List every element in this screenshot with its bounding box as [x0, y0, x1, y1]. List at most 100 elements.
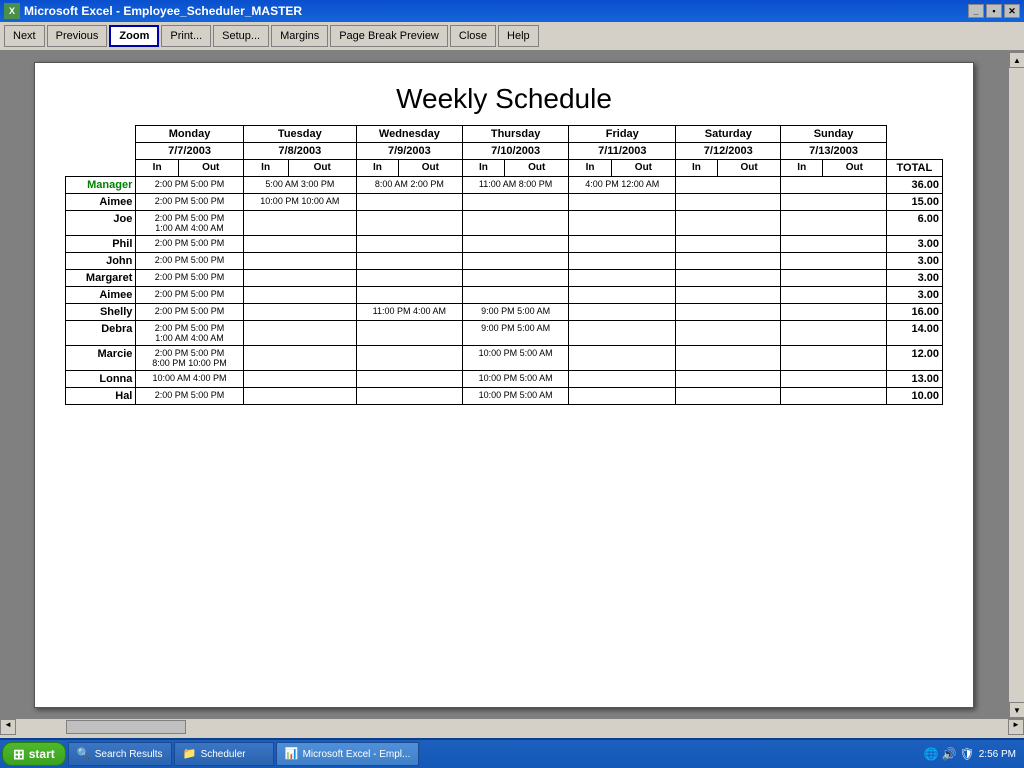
schedule-cell-tue [243, 388, 356, 405]
schedule-cell-fri [569, 194, 676, 211]
schedule-cell-mon: 2:00 PM 5:00 PM [136, 253, 243, 270]
wed-in: In [356, 160, 398, 177]
page-break-preview-button[interactable]: Page Break Preview [330, 25, 448, 47]
close-button[interactable]: ✕ [1004, 4, 1020, 18]
folder-icon: 📁 [183, 747, 197, 761]
main-area: Weekly Schedule Monday Tuesday Wednesday… [0, 52, 1024, 718]
schedule-cell-sun [781, 388, 886, 405]
employee-name: Phil [66, 236, 136, 253]
start-label: start [29, 747, 55, 761]
scroll-down-button[interactable]: ▼ [1009, 702, 1024, 718]
schedule-cell-tue [243, 321, 356, 346]
page-area[interactable]: Weekly Schedule Monday Tuesday Wednesday… [0, 52, 1008, 718]
previous-button[interactable]: Previous [47, 25, 108, 47]
network-icon: 🌐 [924, 747, 939, 761]
schedule-cell-sun [781, 177, 886, 194]
schedule-table: Monday Tuesday Wednesday Thursday Friday… [65, 125, 943, 405]
schedule-cell-fri [569, 388, 676, 405]
schedule-cell-fri [569, 304, 676, 321]
total-cell: 15.00 [886, 194, 942, 211]
schedule-cell-sat [676, 236, 781, 253]
schedule-cell-mon: 2:00 PM 5:00 PM [136, 236, 243, 253]
table-row: Aimee2:00 PM 5:00 PM3.00 [66, 287, 943, 304]
schedule-cell-sat [676, 194, 781, 211]
table-row: Margaret2:00 PM 5:00 PM3.00 [66, 270, 943, 287]
employee-name: Aimee [66, 194, 136, 211]
total-cell: 3.00 [886, 236, 942, 253]
zoom-button[interactable]: Zoom [109, 25, 159, 47]
schedule-cell-sat [676, 253, 781, 270]
scheduler-label: Scheduler [201, 749, 246, 760]
total-spacer [886, 126, 942, 143]
minimize-button[interactable]: _ [968, 4, 984, 18]
total-cell: 13.00 [886, 371, 942, 388]
restore-button[interactable]: ▪ [986, 4, 1002, 18]
schedule-cell-tue [243, 346, 356, 371]
schedule-cell-fri [569, 270, 676, 287]
schedule-cell-fri [569, 321, 676, 346]
schedule-cell-mon: 2:00 PM 5:00 PM [136, 270, 243, 287]
friday-header: Friday [569, 126, 676, 143]
schedule-cell-sun [781, 304, 886, 321]
schedule-cell-sat [676, 177, 781, 194]
employee-name: Shelly [66, 304, 136, 321]
help-button[interactable]: Help [498, 25, 539, 47]
thursday-date: 7/10/2003 [462, 143, 569, 160]
wed-out: Out [398, 160, 462, 177]
total-cell: 3.00 [886, 270, 942, 287]
schedule-cell-wed [356, 194, 462, 211]
start-button[interactable]: ⊞ start [2, 742, 66, 766]
taskbar-search-results[interactable]: 🔍 Search Results [68, 742, 172, 766]
security-icon: 🛡 [960, 747, 975, 761]
schedule-cell-tue: 10:00 PM 10:00 AM [243, 194, 356, 211]
table-row: Aimee2:00 PM 5:00 PM10:00 PM 10:00 AM 15.… [66, 194, 943, 211]
scroll-track[interactable] [1009, 68, 1024, 702]
table-row: Phil2:00 PM 5:00 PM 3.00 [66, 236, 943, 253]
scroll-right-button[interactable]: ► [1008, 719, 1024, 735]
schedule-cell-thu: 10:00 PM 5:00 AM [462, 388, 569, 405]
windows-icon: ⊞ [13, 746, 25, 763]
wednesday-date: 7/9/2003 [356, 143, 462, 160]
total-cell: 12.00 [886, 346, 942, 371]
clock: 2:56 PM [979, 749, 1016, 760]
schedule-cell-sun [781, 211, 886, 236]
schedule-cell-fri [569, 236, 676, 253]
schedule-cell-mon: 2:00 PM 5:00 PM [136, 287, 243, 304]
vertical-scrollbar[interactable]: ▲ ▼ [1008, 52, 1024, 718]
employee-name: Hal [66, 388, 136, 405]
schedule-cell-mon: 2:00 PM 5:00 PM [136, 194, 243, 211]
close-toolbar-button[interactable]: Close [450, 25, 496, 47]
schedule-cell-sun [781, 194, 886, 211]
scroll-left-button[interactable]: ◄ [0, 719, 16, 735]
taskbar-excel[interactable]: 📊 Microsoft Excel - Empl... [276, 742, 420, 766]
empty-inout [66, 160, 136, 177]
mon-out: Out [178, 160, 243, 177]
schedule-cell-sat [676, 371, 781, 388]
schedule-cell-mon: 2:00 PM 5:00 PM1:00 AM 4:00 AM [136, 321, 243, 346]
table-row: John2:00 PM 5:00 PM3.00 [66, 253, 943, 270]
horizontal-scrollbar[interactable]: ◄ ► [0, 718, 1024, 734]
taskbar-scheduler[interactable]: 📁 Scheduler [174, 742, 274, 766]
schedule-cell-thu: 9:00 PM 5:00 AM [462, 304, 569, 321]
monday-date: 7/7/2003 [136, 143, 243, 160]
margins-button[interactable]: Margins [271, 25, 328, 47]
schedule-cell-wed [356, 253, 462, 270]
schedule-cell-thu: 11:00 AM 8:00 PM [462, 177, 569, 194]
schedule-cell-sat [676, 287, 781, 304]
hscroll-thumb[interactable] [66, 720, 186, 734]
scroll-up-button[interactable]: ▲ [1009, 52, 1024, 68]
mon-in: In [136, 160, 178, 177]
print-page: Weekly Schedule Monday Tuesday Wednesday… [34, 62, 974, 708]
schedule-cell-wed: 11:00 PM 4:00 AM [356, 304, 462, 321]
employee-name: Marcie [66, 346, 136, 371]
next-button[interactable]: Next [4, 25, 45, 47]
schedule-cell-mon: 2:00 PM 5:00 PM [136, 388, 243, 405]
total-cell: 14.00 [886, 321, 942, 346]
print-button[interactable]: Print... [161, 25, 211, 47]
schedule-cell-fri: 4:00 PM 12:00 AM [569, 177, 676, 194]
taskbar: ⊞ start 🔍 Search Results 📁 Scheduler 📊 M… [0, 738, 1024, 768]
setup-button[interactable]: Setup... [213, 25, 269, 47]
hscroll-track[interactable] [16, 719, 1008, 735]
schedule-cell-wed [356, 270, 462, 287]
total-cell: 10.00 [886, 388, 942, 405]
